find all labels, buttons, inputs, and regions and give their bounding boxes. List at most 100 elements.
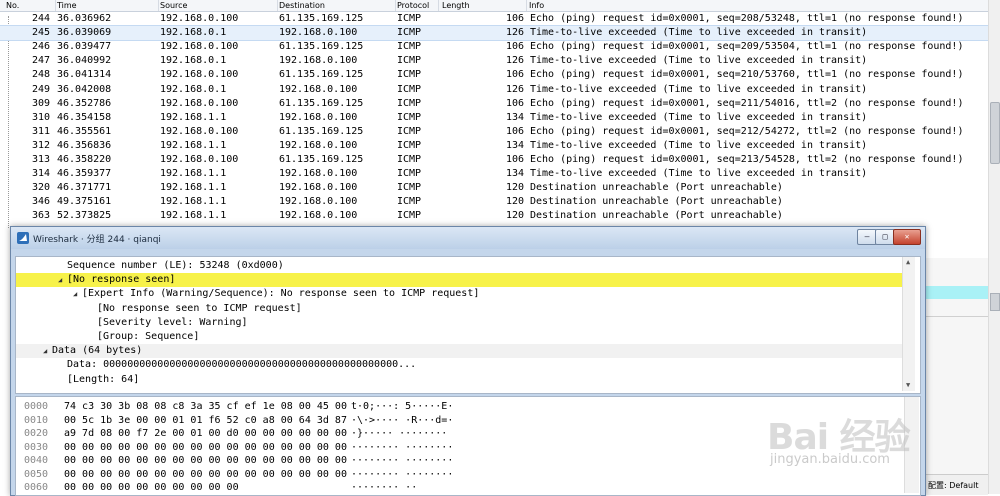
packet-row[interactable]: 346 49.375161 192.168.1.1 192.168.0.100 ICMP… (0, 195, 988, 209)
packet-source: 192.168.0.100 (160, 154, 239, 165)
profile-label[interactable]: 配置: Default (928, 480, 978, 491)
minimize-button[interactable]: — (857, 229, 877, 245)
column-header-source[interactable]: Source (160, 1, 187, 10)
scroll-up-icon[interactable]: ▲ (906, 258, 910, 266)
packet-no: 246 (31, 41, 50, 53)
packet-info: Echo (ping) request id=0x0001, seq=209/5… (530, 41, 964, 53)
packet-row[interactable]: 313 46.358220 192.168.0.100 61.135.169.125 I… (0, 153, 988, 167)
packet-length: 134 (505, 168, 524, 180)
packet-row[interactable]: 312 46.356836 192.168.1.1 192.168.0.100 ICMP… (0, 139, 988, 153)
packet-row[interactable]: 310 46.354158 192.168.1.1 192.168.0.100 ICMP… (0, 111, 988, 125)
byte-ascii: ·\·>···· ·R···d=· (351, 414, 454, 426)
packet-protocol: ICMP (397, 111, 422, 123)
detail-tree-item[interactable]: ◢ [Expert Info (Warning/Sequence): No res… (16, 287, 902, 301)
packet-length: 126 (505, 27, 524, 39)
main-scrollbar[interactable] (988, 0, 1000, 494)
packet-protocol: ICMP (397, 13, 422, 24)
detail-text: [Group: Sequence] (97, 331, 200, 342)
packet-source: 192.168.0.100 (160, 13, 239, 24)
packet-info: Echo (ping) request id=0x0001, seq=208/5… (530, 13, 964, 24)
packet-bytes-pane[interactable]: 0000 74 c3 30 3b 08 08 c8 3a 35 cf ef 1e … (15, 396, 921, 496)
packet-row[interactable]: 363 52.373825 192.168.1.1 192.168.0.100 ICMP… (0, 209, 988, 223)
column-header-destination[interactable]: Destination (279, 1, 325, 10)
close-button[interactable]: ✕ (893, 229, 921, 245)
packet-time: 36.042008 (57, 83, 112, 95)
dialog-titlebar[interactable]: Wireshark · 分组 244 · qianqi — □ ✕ (11, 227, 925, 249)
packet-row[interactable]: 311 46.355561 192.168.0.100 61.135.169.125 I… (0, 125, 988, 139)
packet-info: Destination unreachable (Port unreachabl… (530, 182, 783, 194)
packet-info: Time-to-live exceeded (Time to live exce… (530, 55, 868, 67)
packet-row[interactable]: 244 36.036962 192.168.0.100 61.135.169.125 I… (0, 12, 988, 26)
packet-list[interactable]: No. Time Source Destination Protocol Len… (0, 0, 988, 228)
packet-details-tree[interactable]: Sequence number (LE): 53248 (0xd000) ◢ [No… (15, 256, 921, 394)
packet-time: 36.036962 (57, 13, 112, 24)
packet-info: Echo (ping) request id=0x0001, seq=212/5… (530, 125, 964, 137)
byte-hex: 74 c3 30 3b 08 08 c8 3a 35 cf ef 1e 08 0… (64, 401, 347, 412)
packet-no: 245 (31, 27, 50, 39)
packet-no: 309 (31, 97, 50, 109)
packet-row[interactable]: 247 36.040992 192.168.0.1 192.168.0.100 ICMP… (0, 54, 988, 68)
packet-protocol: ICMP (397, 55, 422, 67)
byte-offset: 0040 (24, 455, 49, 466)
packet-source: 192.168.0.1 (160, 83, 227, 95)
main-scrollbar-thumb[interactable] (990, 102, 1000, 164)
expand-toggle-icon[interactable]: ◢ (73, 290, 77, 298)
packet-row[interactable]: 309 46.352786 192.168.0.100 61.135.169.125 I… (0, 97, 988, 111)
packet-protocol: ICMP (397, 210, 422, 222)
packet-length: 120 (505, 182, 524, 194)
detail-tree-item[interactable]: ◢ Data (64 bytes) (16, 344, 902, 359)
byte-hex: a9 7d 08 00 f7 2e 00 01 00 d0 00 00 00 0… (64, 428, 347, 439)
packet-length: 106 (505, 41, 524, 53)
column-header-protocol[interactable]: Protocol (397, 1, 429, 10)
packet-row[interactable]: 249 36.042008 192.168.0.1 192.168.0.100 ICMP… (0, 83, 988, 97)
byte-offset: 0020 (24, 428, 49, 439)
packet-row[interactable]: 314 46.359377 192.168.1.1 192.168.0.100 ICMP… (0, 167, 988, 181)
detail-tree-item[interactable]: [Group: Sequence] (16, 330, 902, 344)
scroll-down-icon[interactable]: ▼ (906, 381, 910, 389)
packet-length: 126 (505, 55, 524, 67)
packet-source: 192.168.1.1 (160, 111, 227, 123)
bytes-scrollbar[interactable] (904, 397, 919, 493)
expand-toggle-icon[interactable]: ◢ (58, 276, 62, 284)
packet-row[interactable]: 320 46.371771 192.168.1.1 192.168.0.100 ICMP… (0, 181, 988, 195)
packet-no: 346 (31, 196, 50, 208)
packet-destination: 192.168.0.100 (279, 27, 358, 39)
detail-tree-item[interactable]: ◢ [No response seen] (16, 273, 902, 288)
packet-info: Time-to-live exceeded (Time to live exce… (530, 27, 868, 39)
packet-length: 134 (505, 139, 524, 151)
column-header-info[interactable]: Info (529, 1, 544, 10)
maximize-button[interactable]: □ (875, 229, 895, 245)
packet-length: 134 (505, 111, 524, 123)
detail-tree-item[interactable]: [Severity level: Warning] (16, 316, 902, 330)
packet-source: 192.168.1.1 (160, 182, 227, 194)
detail-text: Data: 0000000000000000000000000000000000… (67, 359, 417, 371)
packet-destination: 61.135.169.125 (279, 97, 364, 109)
detail-text: [Length: 64] (67, 373, 140, 385)
packet-time: 36.041314 (57, 69, 112, 81)
detail-tree-item[interactable]: Sequence number (LE): 53248 (0xd000) (16, 259, 902, 273)
packet-dialog: Wireshark · 分组 244 · qianqi — □ ✕ Sequen… (10, 226, 926, 496)
packet-no: 249 (31, 83, 50, 95)
detail-tree-item[interactable]: [No response seen to ICMP request] (16, 302, 902, 316)
column-header-length[interactable]: Length (442, 1, 470, 10)
expand-toggle-icon[interactable]: ◢ (43, 347, 47, 355)
packet-time: 46.355561 (57, 125, 112, 137)
packet-destination: 192.168.0.100 (279, 196, 358, 208)
column-header-no[interactable]: No. (6, 1, 19, 10)
detail-tree-item[interactable]: Data: 0000000000000000000000000000000000… (16, 358, 902, 372)
packet-protocol: ICMP (397, 154, 422, 165)
packet-row[interactable]: 245 36.039069 192.168.0.1 192.168.0.100 ICMP… (0, 25, 988, 42)
byte-ascii: ········ ········ (351, 441, 454, 453)
packet-length: 106 (505, 125, 524, 137)
secondary-scrollbar-thumb[interactable] (990, 293, 1000, 311)
packet-destination: 61.135.169.125 (279, 13, 364, 24)
detail-text: [Expert Info (Warning/Sequence): No resp… (82, 288, 480, 300)
packet-protocol: ICMP (397, 41, 422, 53)
packet-row[interactable]: 248 36.041314 192.168.0.100 61.135.169.125 I… (0, 68, 988, 82)
column-header-time[interactable]: Time (57, 1, 77, 10)
packet-row[interactable]: 246 36.039477 192.168.0.100 61.135.169.125 I… (0, 40, 988, 54)
byte-ascii: ········ ········ (351, 468, 454, 480)
packet-info: Destination unreachable (Port unreachabl… (530, 196, 783, 208)
detail-tree-item[interactable]: [Length: 64] (16, 373, 902, 387)
details-scrollbar[interactable]: ▲ ▼ (902, 257, 915, 391)
